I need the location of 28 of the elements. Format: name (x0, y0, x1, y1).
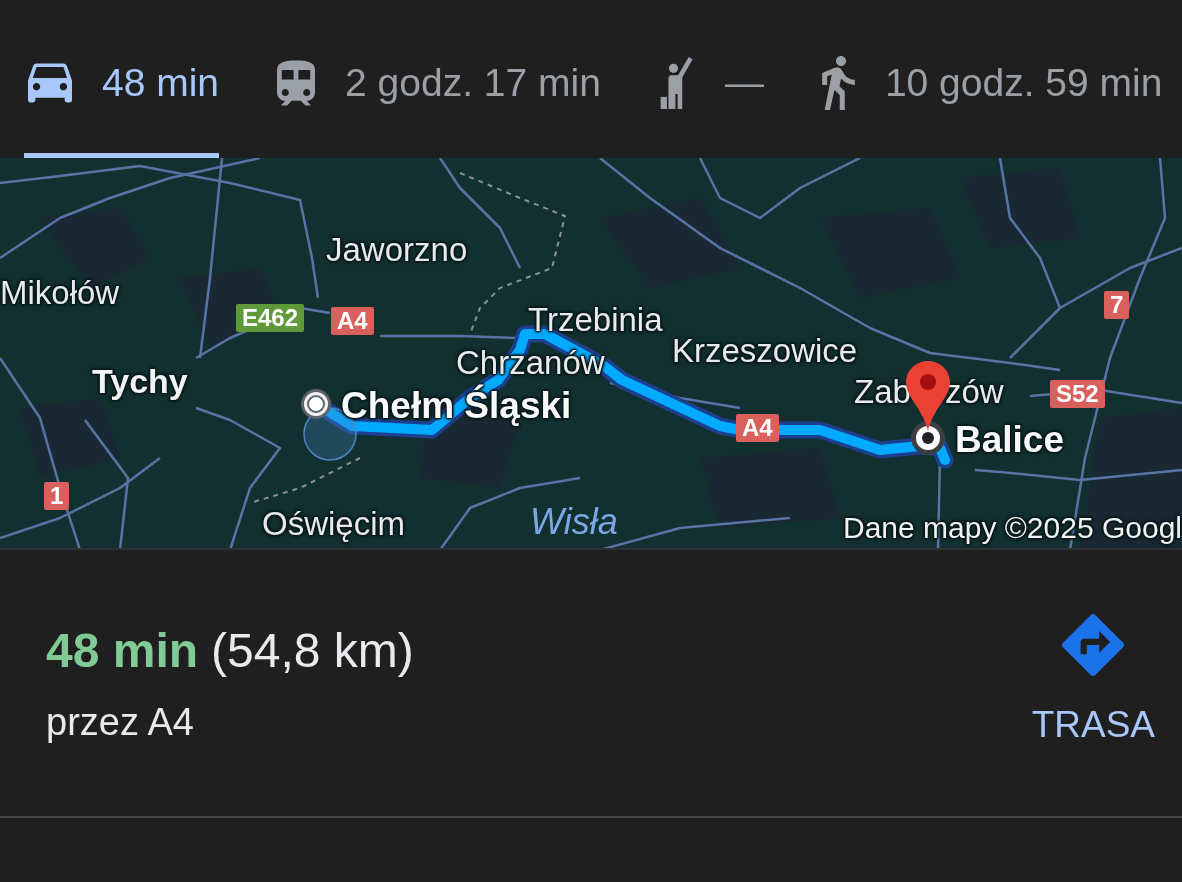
directions-button[interactable]: TRASA (1031, 614, 1155, 743)
road-shield: A4 (736, 414, 779, 442)
car-icon (28, 63, 72, 103)
train-icon (277, 60, 316, 106)
walking-person-icon (821, 56, 855, 110)
place-label: Tychy (92, 364, 188, 398)
road-shield: A4 (331, 307, 374, 335)
map-attribution: Dane mapy ©2025 Googl (843, 513, 1182, 543)
distance-text: (54,8 km) (211, 623, 414, 679)
road-shield: E462 (236, 304, 305, 332)
road-shield: S52 (1050, 380, 1105, 408)
person-hailing-icon (658, 57, 695, 109)
place-label: zów (945, 375, 1004, 408)
place-label: Mikołów (0, 276, 120, 309)
duration-text: 48 min (46, 623, 199, 679)
destination-marker-icon (910, 420, 946, 456)
place-label: Trzebinia (528, 303, 663, 336)
place-label: Jaworzno (326, 233, 468, 266)
travel-mode-tab[interactable]: — (654, 0, 764, 158)
travel-mode-tab[interactable]: 2 godz. 17 min (273, 0, 601, 158)
directions-icon (1062, 614, 1125, 676)
river-label: Wisła (530, 504, 618, 540)
place-label: Zab (854, 375, 911, 408)
place-label: Balice (955, 421, 1064, 458)
route-via-text: przez A4 (46, 700, 194, 745)
travel-mode-tab[interactable]: 10 godz. 59 min (817, 0, 1163, 158)
road-shield: 1 (44, 482, 70, 510)
place-label: Oświęcim (262, 507, 405, 540)
